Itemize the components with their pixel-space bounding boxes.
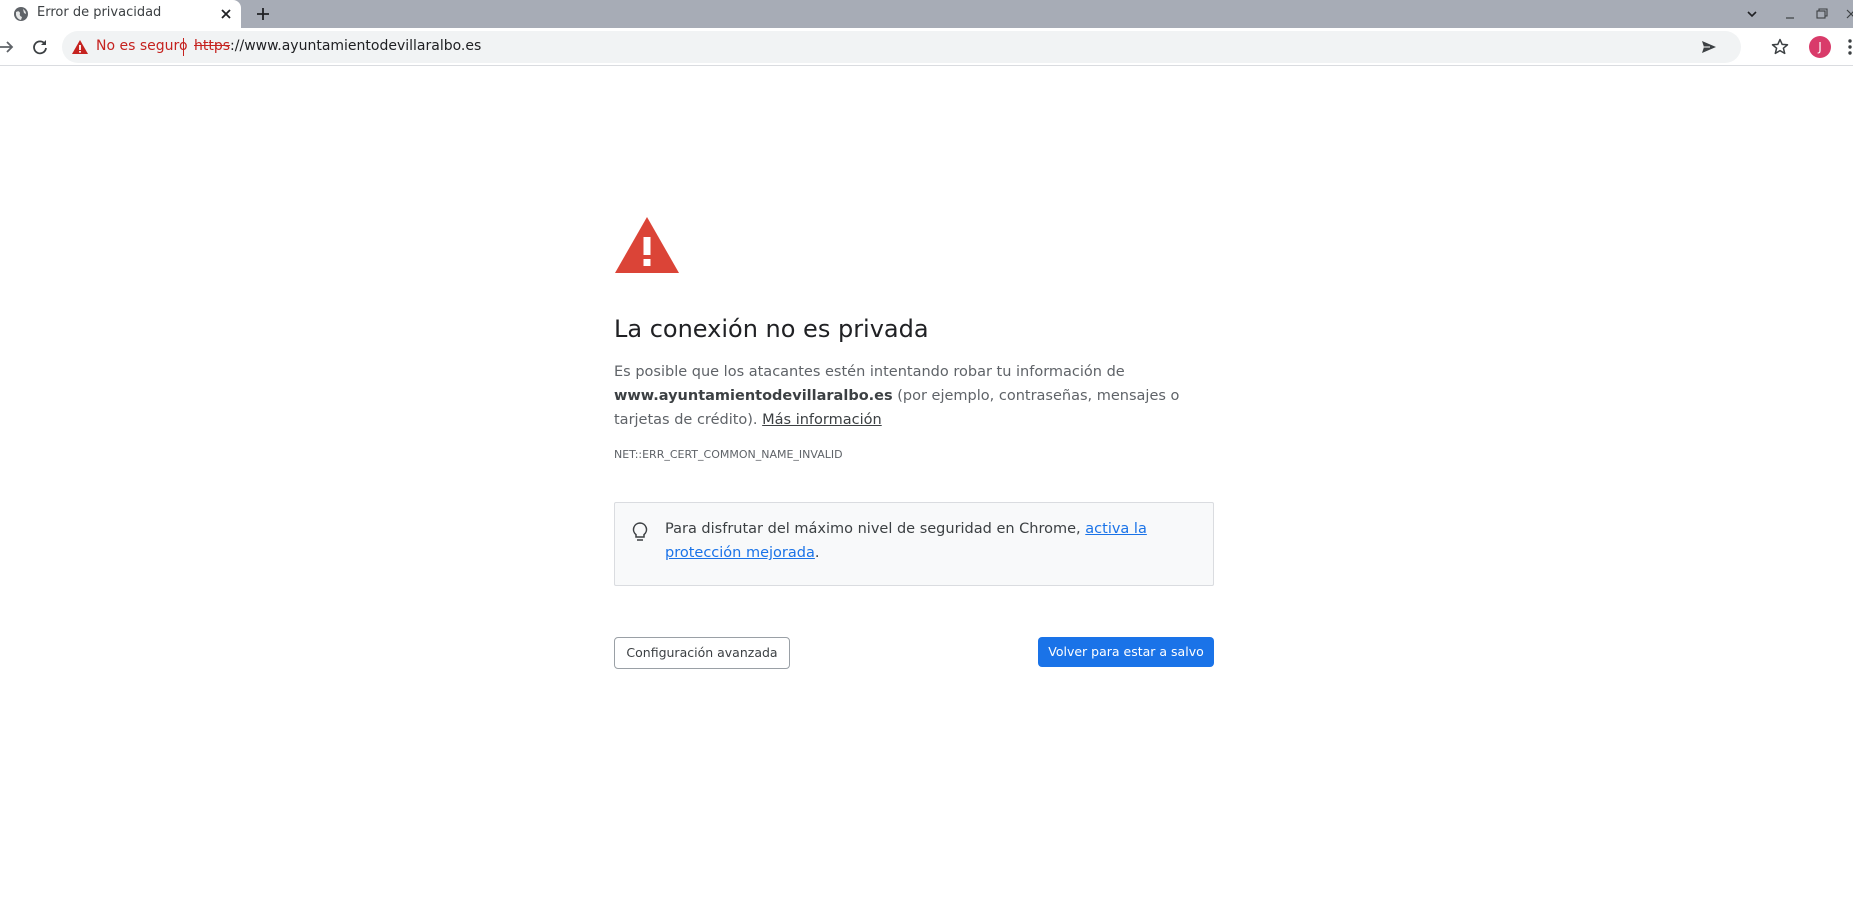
promo-message: Para disfrutar del máximo nivel de segur… [665, 521, 1081, 537]
forward-arrow-icon[interactable] [0, 37, 16, 57]
security-status-label[interactable]: No es seguro [96, 38, 188, 54]
security-separator [183, 38, 184, 56]
bookmark-star-icon[interactable] [1770, 37, 1790, 57]
url-scheme: https [194, 38, 231, 54]
close-tab-icon[interactable] [216, 4, 236, 24]
close-window-icon[interactable] [1843, 4, 1853, 24]
error-code: NET::ERR_CERT_COMMON_NAME_INVALID [614, 448, 843, 461]
warning-triangle-icon[interactable] [71, 38, 89, 56]
more-menu-icon[interactable] [1845, 37, 1853, 57]
learn-more-link[interactable]: Más información [762, 412, 882, 428]
tab-title: Error de privacidad [37, 5, 162, 20]
lightbulb-icon [631, 521, 649, 543]
chevron-down-icon[interactable] [1742, 4, 1762, 24]
url-host: ://www.ayuntamientodevillaralbo.es [230, 38, 482, 54]
site-host: www.ayuntamientodevillaralbo.es [614, 388, 893, 404]
advanced-settings-button[interactable]: Configuración avanzada [614, 637, 790, 669]
page-heading: La conexión no es privada [614, 315, 929, 343]
send-to-devices-icon[interactable] [1699, 37, 1719, 57]
url-text[interactable]: https://www.ayuntamientodevillaralbo.es [194, 38, 481, 54]
promo-period: . [814, 545, 820, 561]
reload-icon[interactable] [29, 36, 51, 58]
new-tab-icon[interactable] [252, 3, 274, 25]
globe-icon [13, 6, 29, 22]
tab-strip: Error de privacidad [0, 0, 1853, 28]
restore-icon[interactable] [1812, 4, 1832, 24]
alert-triangle-icon [614, 215, 680, 275]
minimize-icon[interactable] [1780, 4, 1800, 24]
profile-avatar[interactable]: J [1809, 36, 1831, 58]
browser-toolbar: No es seguro https://www.ayuntamientodev… [0, 28, 1853, 66]
promo-text: Para disfrutar del máximo nivel de segur… [665, 517, 1195, 565]
explanation-paragraph: Es posible que los atacantes estén inten… [614, 360, 1214, 432]
tab-privacy-error[interactable]: Error de privacidad [0, 0, 241, 28]
back-to-safety-button[interactable]: Volver para estar a salvo [1038, 637, 1214, 667]
explanation-prefix: Es posible que los atacantes estén inten… [614, 364, 1125, 380]
address-bar[interactable]: No es seguro https://www.ayuntamientodev… [62, 31, 1741, 63]
enhanced-protection-promo: Para disfrutar del máximo nivel de segur… [614, 502, 1214, 586]
